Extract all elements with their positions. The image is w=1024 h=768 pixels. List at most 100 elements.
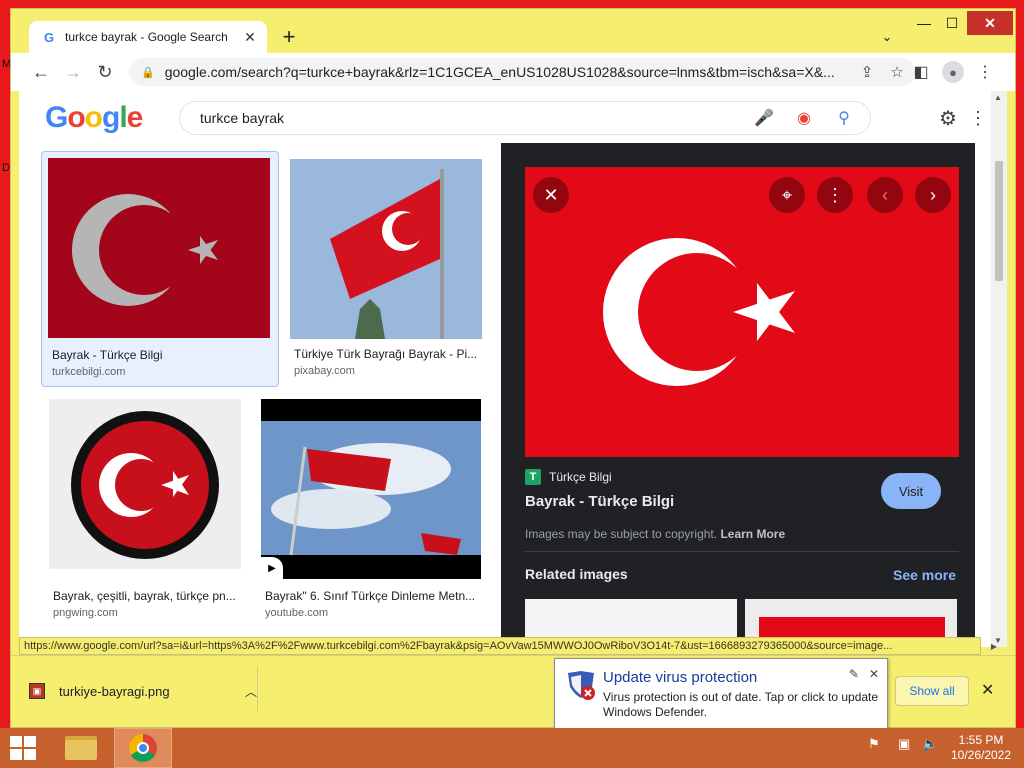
see-more-link[interactable]: See more: [893, 567, 956, 583]
result-title[interactable]: Bayrak, çeşitli, bayrak, türkçe pn...: [53, 589, 241, 603]
close-shelf-icon[interactable]: ✕: [981, 680, 994, 700]
address-bar[interactable]: 🔒 google.com/search?q=turkce+bayrak&rlz=…: [129, 58, 915, 86]
search-icon[interactable]: ⚲: [830, 104, 858, 132]
browser-toolbar: ← → ↻ 🔒 google.com/search?q=turkce+bayra…: [11, 53, 1015, 91]
site-favicon-icon: T: [525, 469, 541, 485]
logo-letter: e: [126, 101, 144, 134]
status-bar-url: https://www.google.com/url?sa=i&url=http…: [19, 637, 981, 655]
minimize-button[interactable]: —: [909, 11, 939, 35]
vertical-scrollbar[interactable]: ▲ ▼: [991, 91, 1007, 647]
download-file-name[interactable]: turkiye-bayragi.png: [59, 684, 245, 699]
tab-close-icon[interactable]: ✕: [241, 28, 259, 46]
lens-search-icon[interactable]: ⌖: [769, 177, 805, 213]
waving-flag-photo: [290, 159, 482, 339]
tab-google-search[interactable]: G turkce bayrak - Google Search ✕: [29, 21, 267, 53]
google-logo[interactable]: Google: [45, 101, 144, 135]
tab-strip: G turkce bayrak - Google Search ✕ + ⌄ — …: [11, 9, 1015, 53]
round-flag-button-image: [71, 411, 219, 559]
result-thumbnail[interactable]: ▶: [261, 399, 481, 579]
system-clock[interactable]: 1:55 PM 10/26/2022: [946, 733, 1016, 763]
clock-time: 1:55 PM: [958, 733, 1004, 747]
notification-body[interactable]: Virus protection is out of date. Tap or …: [603, 690, 883, 720]
search-input[interactable]: [200, 110, 750, 126]
share-icon[interactable]: ⇪: [855, 60, 879, 84]
volume-icon[interactable]: 🔈: [922, 736, 938, 752]
logo-letter: o: [67, 101, 85, 134]
video-flag-thumbnail: [261, 421, 481, 556]
more-options-icon[interactable]: ⋮: [817, 177, 853, 213]
close-window-button[interactable]: ✕: [967, 11, 1013, 35]
search-box: 🎤 ◉ ⚲: [179, 101, 871, 135]
image-result-card[interactable]: ▶ Bayrak" 6. Sınıf Türkçe Dinleme Metn..…: [261, 399, 485, 625]
gear-icon[interactable]: ⚙: [935, 105, 961, 131]
side-panel-icon[interactable]: ◧: [909, 60, 933, 84]
copyright-text: Images may be subject to copyright.: [525, 527, 718, 541]
clock-date: 10/26/2022: [950, 748, 1012, 762]
file-explorer-taskbar-button[interactable]: [52, 728, 110, 768]
lock-icon[interactable]: 🔒: [141, 66, 155, 79]
image-result-card[interactable]: Bayrak - Türkçe Bilgi turkcebilgi.com: [41, 151, 279, 387]
logo-letter: G: [45, 101, 68, 134]
preview-site-row[interactable]: T Türkçe Bilgi: [525, 469, 612, 485]
result-thumbnail[interactable]: [290, 159, 482, 339]
reload-icon[interactable]: ↻: [93, 60, 117, 84]
microphone-icon[interactable]: 🎤: [750, 104, 778, 132]
download-item[interactable]: ▣ turkiye-bayragi.png ︿: [29, 670, 257, 712]
result-title[interactable]: Bayrak - Türkçe Bilgi: [52, 348, 272, 362]
folder-icon: [65, 736, 97, 760]
shield-warning-icon: [568, 671, 595, 700]
chrome-icon: [129, 734, 157, 762]
image-result-card[interactable]: Türkiye Türk Bayrağı Bayrak - Pi... pixa…: [289, 151, 485, 387]
preview-title[interactable]: Bayrak - Türkçe Bilgi: [525, 493, 674, 510]
scroll-right-icon[interactable]: ▶: [981, 637, 1007, 655]
chrome-taskbar-button[interactable]: [114, 728, 172, 768]
divider: [525, 551, 959, 552]
windows-defender-notification[interactable]: Update virus protection Virus protection…: [554, 658, 888, 730]
image-preview-panel: ✕ ⌖ ⋮ ‹ › T Türkçe Bilgi Bayrak - Türkçe…: [501, 143, 975, 647]
chevron-up-icon[interactable]: ︿: [245, 683, 257, 700]
forward-arrow-icon[interactable]: →: [61, 60, 85, 84]
apps-grid-icon[interactable]: ⋮⋮: [969, 105, 991, 131]
notification-title[interactable]: Update virus protection: [603, 669, 757, 686]
result-source: pixabay.com: [294, 365, 355, 377]
copyright-notice: Images may be subject to copyright. Lear…: [525, 527, 785, 541]
bookmark-star-icon[interactable]: ☆: [885, 60, 909, 84]
show-all-button[interactable]: Show all: [895, 676, 969, 706]
tab-search-chevron-icon[interactable]: ⌄: [877, 27, 897, 47]
result-title[interactable]: Türkiye Türk Bayrağı Bayrak - Pi...: [294, 347, 482, 361]
maximize-button[interactable]: ☐: [937, 11, 967, 35]
back-arrow-icon[interactable]: ←: [29, 60, 53, 84]
result-source: youtube.com: [265, 607, 328, 619]
result-title[interactable]: Bayrak" 6. Sınıf Türkçe Dinleme Metn...: [265, 589, 481, 603]
close-notification-icon[interactable]: ✕: [869, 667, 879, 681]
image-result-card[interactable]: Bayrak, çeşitli, bayrak, türkçe pn... pn…: [49, 399, 245, 625]
chrome-menu-icon[interactable]: ⋮: [973, 60, 997, 84]
logo-letter: o: [84, 101, 103, 134]
defender-tray-icon[interactable]: ⚑: [868, 736, 880, 752]
windows-start-icon[interactable]: [10, 736, 38, 760]
scroll-up-icon[interactable]: ▲: [994, 93, 1002, 102]
visit-button[interactable]: Visit: [881, 473, 941, 509]
result-thumbnail[interactable]: [48, 158, 270, 338]
scrollbar-thumb[interactable]: [995, 161, 1003, 281]
chrome-window: G turkce bayrak - Google Search ✕ + ⌄ — …: [10, 8, 1016, 728]
network-icon[interactable]: ▣: [898, 736, 910, 752]
address-url[interactable]: google.com/search?q=turkce+bayrak&rlz=1C…: [165, 64, 855, 80]
close-preview-icon[interactable]: ✕: [533, 177, 569, 213]
taskbar: ⚑ ▣ 🔈 1:55 PM 10/26/2022: [0, 728, 1024, 768]
next-arrow-icon[interactable]: ›: [915, 177, 951, 213]
preview-image[interactable]: ✕ ⌖ ⋮ ‹ ›: [525, 167, 959, 457]
result-thumbnail[interactable]: [49, 399, 241, 569]
tab-title: turkce bayrak - Google Search: [65, 30, 228, 44]
learn-more-link[interactable]: Learn More: [720, 527, 785, 541]
previous-arrow-icon[interactable]: ‹: [867, 177, 903, 213]
page-content: Google 🎤 ◉ ⚲ ⚙ ⋮⋮ Bay: [19, 91, 991, 647]
image-results-grid: Bayrak - Türkçe Bilgi turkcebilgi.com Tü…: [19, 143, 493, 647]
turkish-flag-image: [72, 194, 218, 306]
site-name[interactable]: Türkçe Bilgi: [549, 470, 612, 484]
new-tab-button[interactable]: +: [277, 24, 301, 49]
profile-avatar[interactable]: ●: [941, 60, 965, 84]
result-source: turkcebilgi.com: [52, 366, 126, 378]
pin-icon[interactable]: ✎: [849, 667, 859, 681]
lens-camera-icon[interactable]: ◉: [790, 104, 818, 132]
